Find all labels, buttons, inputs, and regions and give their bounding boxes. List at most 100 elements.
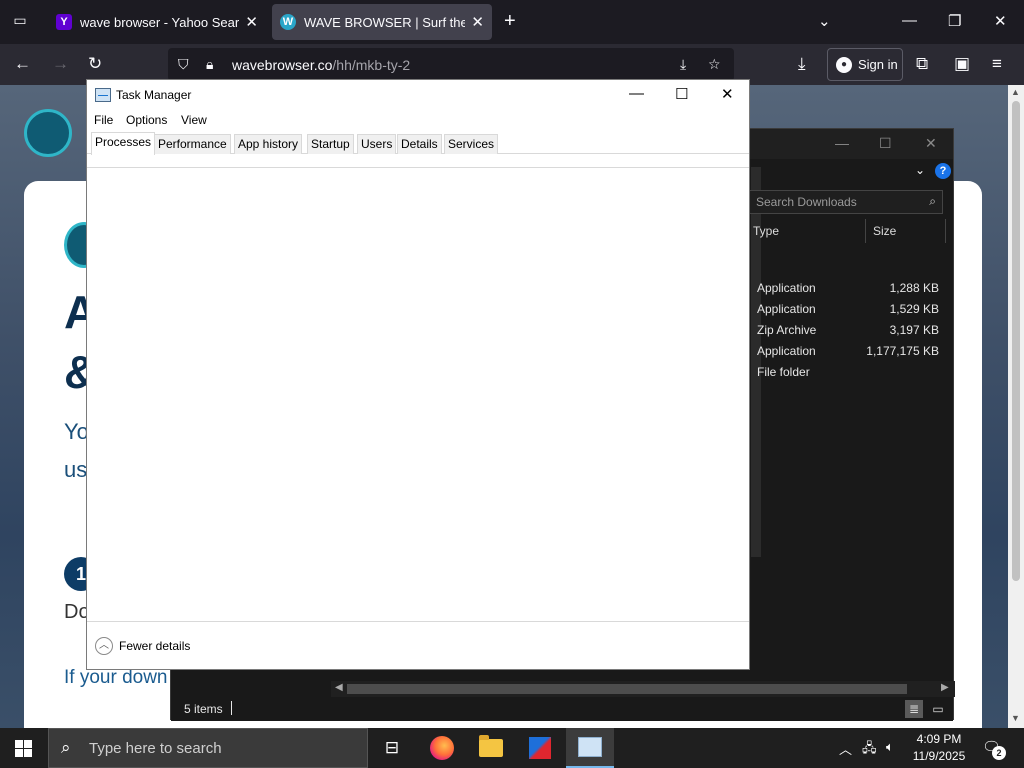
scroll-down-icon[interactable]: ▼ [1011, 713, 1020, 723]
column-divider[interactable] [865, 219, 866, 243]
chevron-up-icon[interactable]: ︿ [95, 637, 113, 655]
tab-app-history[interactable]: App history [234, 134, 303, 154]
horizontal-scrollbar[interactable]: ◀ ▶ [331, 681, 955, 697]
tab-bar: Processes Performance App history Startu… [87, 132, 749, 155]
minimize-icon[interactable]: — [902, 12, 917, 29]
fewer-details-button[interactable]: Fewer details [119, 639, 190, 653]
wave-logo-icon[interactable] [24, 109, 72, 157]
taskbar-firefox[interactable] [418, 728, 466, 768]
container-icon[interactable]: ▣ [954, 54, 970, 74]
restore-icon[interactable]: ❐ [948, 12, 961, 30]
task-manager-icon [95, 88, 111, 102]
scroll-left-icon[interactable]: ◀ [335, 682, 343, 693]
scroll-up-icon[interactable]: ▲ [1011, 87, 1020, 97]
start-button[interactable] [0, 728, 48, 768]
account-icon: ● [836, 56, 852, 73]
maximize-icon[interactable]: ☐ [675, 85, 688, 103]
bookmark-star-icon[interactable]: ☆ [708, 56, 721, 73]
shield-icon[interactable]: ⛉ [178, 56, 189, 73]
wave-favicon-icon: W [280, 14, 296, 30]
close-window-icon[interactable]: ✕ [994, 12, 1007, 30]
taskbar-visual-studio[interactable] [516, 728, 564, 768]
tab-startup[interactable]: Startup [307, 134, 354, 154]
sign-in-label: Sign in [858, 57, 898, 72]
help-icon[interactable]: ? [935, 163, 951, 179]
forward-icon[interactable]: → [52, 54, 69, 74]
expand-ribbon-icon[interactable]: ⌄ [915, 163, 925, 177]
search-icon[interactable]: ⌕ [929, 194, 936, 209]
file-type: Application [757, 344, 816, 358]
maximize-icon[interactable]: ☐ [879, 135, 892, 152]
file-row[interactable]: File folder [757, 361, 947, 382]
search-placeholder: Type here to search [89, 740, 222, 757]
scroll-right-icon[interactable]: ▶ [941, 682, 949, 693]
taskbar-search-box[interactable]: ⌕ Type here to search [48, 728, 368, 768]
extensions-icon[interactable]: ⧉ [916, 54, 928, 74]
clock-date: 11/9/2025 [912, 749, 966, 763]
back-icon[interactable]: ← [14, 54, 31, 74]
show-hidden-icons-icon[interactable]: ︿ [839, 739, 852, 758]
scrollbar-thumb[interactable] [1012, 101, 1020, 581]
install-app-icon[interactable]: ⤓ [680, 56, 686, 73]
close-tab-icon[interactable]: ✕ [245, 13, 258, 31]
tab-users[interactable]: Users [357, 134, 397, 154]
close-window-icon[interactable]: ✕ [925, 135, 937, 152]
sign-in-button[interactable]: ● Sign in [827, 48, 903, 81]
item-count: 5 items [184, 702, 223, 716]
system-clock[interactable]: 4:09 PM 11/9/2025 [912, 731, 966, 765]
column-divider[interactable] [945, 219, 946, 243]
windows-logo-icon [15, 740, 32, 757]
scrollbar-thumb[interactable] [347, 684, 907, 694]
lock-icon[interactable]: 🔒︎ [206, 56, 213, 73]
task-manager-window: Task Manager — ☐ ✕ File Options View Pro… [86, 79, 750, 670]
window-title: Task Manager [116, 88, 192, 102]
list-all-tabs-icon[interactable]: ▭ [10, 12, 30, 32]
app-menu-icon[interactable]: ≡ [992, 54, 1002, 74]
process-list-header-divider [87, 167, 749, 168]
task-view-button[interactable]: ⊟ [368, 728, 416, 768]
file-row[interactable]: Zip Archive 3,197 KB [757, 319, 947, 340]
menu-file[interactable]: File [94, 113, 113, 127]
details-view-icon[interactable]: ≣ [905, 700, 923, 718]
tab-wave-browser[interactable]: W WAVE BROWSER | Surf the web ✕ [272, 4, 492, 40]
file-row[interactable]: Application 1,177,175 KB [757, 340, 947, 361]
chevron-down-icon[interactable]: ⌄ [818, 12, 831, 30]
search-placeholder: Search Downloads [756, 195, 857, 209]
tab-details[interactable]: Details [397, 134, 442, 154]
file-type: Application [757, 281, 816, 295]
column-header-size[interactable]: Size [873, 224, 896, 238]
task-view-icon: ⊟ [384, 738, 400, 757]
search-downloads-input[interactable]: Search Downloads ⌕ [749, 190, 943, 214]
taskbar-file-explorer[interactable] [467, 728, 515, 768]
minimize-icon[interactable]: — [629, 85, 644, 102]
taskbar-task-manager[interactable] [566, 728, 614, 768]
minimize-icon[interactable]: — [835, 135, 849, 151]
task-manager-footer: ︿ Fewer details [87, 621, 749, 671]
explorer-status-bar: 5 items ≣ ▭ [171, 697, 953, 721]
status-divider [231, 701, 232, 715]
tab-services[interactable]: Services [444, 134, 499, 154]
tab-processes[interactable]: Processes [91, 132, 156, 155]
file-type: Zip Archive [757, 323, 817, 337]
menu-options[interactable]: Options [126, 113, 167, 127]
volume-muted-icon[interactable]: 🔈︎ [886, 739, 894, 755]
webpage-scrollbar[interactable]: ▲ ▼ [1008, 85, 1024, 728]
close-window-icon[interactable]: ✕ [721, 85, 734, 103]
file-row[interactable]: Application 1,529 KB [757, 298, 947, 319]
url-bar[interactable]: ⛉ 🔒︎ wavebrowser.co/hh/mkb-ty-2 ⤓ ☆ [168, 48, 734, 81]
reload-icon[interactable]: ↻ [88, 54, 102, 74]
file-row[interactable]: Application 1,288 KB [757, 277, 947, 298]
large-icons-view-icon[interactable]: ▭ [929, 700, 947, 718]
tab-performance[interactable]: Performance [154, 134, 231, 154]
column-header-type[interactable]: Type [753, 224, 779, 238]
file-size: 1,529 KB [889, 302, 939, 316]
menu-view[interactable]: View [181, 113, 207, 127]
tab-yahoo-search[interactable]: Y wave browser - Yahoo Search R ✕ [48, 4, 266, 40]
network-icon[interactable]: 🖧︎ [862, 739, 877, 761]
downloads-icon[interactable]: ⤓ [798, 54, 806, 74]
task-manager-title-bar[interactable]: Task Manager — ☐ ✕ [87, 80, 749, 110]
file-size: 3,197 KB [889, 323, 939, 337]
url-text[interactable]: wavebrowser.co/hh/mkb-ty-2 [232, 57, 410, 73]
close-tab-icon[interactable]: ✕ [471, 13, 484, 31]
new-tab-icon[interactable]: + [504, 10, 516, 33]
